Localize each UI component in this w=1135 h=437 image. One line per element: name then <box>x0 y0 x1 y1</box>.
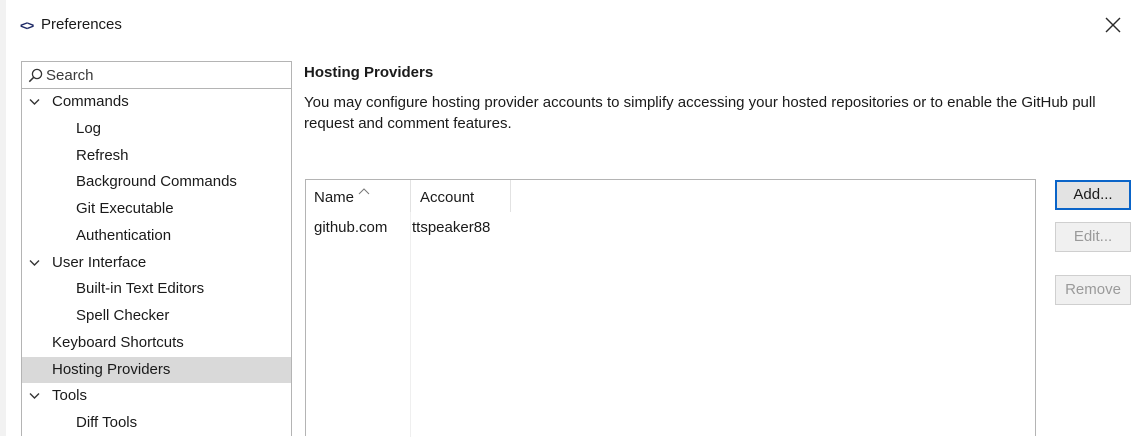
window-title: Preferences <box>41 16 122 33</box>
sidebar-item-label: Spell Checker <box>76 307 170 324</box>
sidebar-item-spell-checker[interactable]: Spell Checker <box>22 303 291 330</box>
sidebar-item-label: Authentication <box>76 226 172 244</box>
sidebar-item-label: User Interface <box>52 253 147 271</box>
table-cell-account[interactable]: ttspeaker88 <box>412 218 490 238</box>
sidebar-item-label: Background Commands <box>76 173 237 191</box>
sidebar-item-refresh[interactable]: Refresh <box>22 143 291 170</box>
sidebar-item-diff-tools[interactable]: Diff Tools <box>22 410 291 436</box>
sidebar-item-tools[interactable]: Tools <box>22 383 291 410</box>
chevron-down-icon[interactable] <box>29 98 40 106</box>
hosting-accounts-table[interactable]: Name Account github.com ttspeaker88 <box>305 179 1036 437</box>
sidebar-item-label: Log <box>76 119 102 137</box>
remove-account-button[interactable]: Remove <box>1055 275 1131 305</box>
preferences-navigation: Commands Log Refresh Background Commands Git… <box>21 61 292 436</box>
sidebar-item-label: Hosting Providers <box>52 360 171 378</box>
chevron-down-icon[interactable] <box>29 392 40 400</box>
sidebar-item-label: Git Executable <box>76 200 174 217</box>
page-title: Hosting Providers <box>304 64 434 81</box>
table-cell-name[interactable]: github.com <box>314 218 387 238</box>
sidebar-item-keyboard-shortcuts[interactable]: Keyboard Shortcuts <box>22 330 291 357</box>
sort-ascending-icon <box>358 188 370 195</box>
sidebar-item-label: Built-in Text Editors <box>76 280 205 298</box>
app-logo-icon: <> <box>20 18 34 33</box>
sidebar-item-label: Commands <box>52 93 129 110</box>
window-edge <box>0 0 6 436</box>
column-divider[interactable] <box>410 180 411 212</box>
chevron-down-icon[interactable] <box>29 259 40 267</box>
column-header-account[interactable]: Account <box>420 188 474 208</box>
sidebar-item-commands[interactable]: Commands <box>22 89 291 116</box>
sidebar-item-log[interactable]: Log <box>22 116 291 143</box>
close-icon <box>1105 17 1121 33</box>
sidebar-item-label: Diff Tools <box>76 414 138 431</box>
sidebar-item-user-interface[interactable]: User Interface <box>22 250 291 277</box>
search-icon <box>28 68 43 83</box>
sidebar-item-hosting-providers[interactable]: Hosting Providers <box>22 356 291 384</box>
column-header-name[interactable]: Name <box>314 188 370 208</box>
search-input[interactable] <box>46 64 286 86</box>
edit-account-button[interactable]: Edit... <box>1055 222 1131 252</box>
sidebar-item-background-commands[interactable]: Background Commands <box>22 169 291 196</box>
title-bar: <> Preferences <box>6 0 1135 52</box>
column-divider[interactable] <box>510 180 511 212</box>
sidebar-item-git-executable[interactable]: Git Executable <box>22 196 291 223</box>
close-button[interactable] <box>1101 13 1125 37</box>
sidebar-item-label: Refresh <box>76 146 129 164</box>
search-box <box>22 62 291 89</box>
sidebar-item-authentication[interactable]: Authentication <box>22 223 291 250</box>
sidebar-item-built-in-text-editors[interactable]: Built-in Text Editors <box>22 276 291 303</box>
sidebar-item-label: Keyboard Shortcuts <box>52 333 184 351</box>
sidebar-item-label: Tools <box>52 387 88 405</box>
column-separator <box>410 212 411 437</box>
page-description: You may configure hosting provider accou… <box>304 94 1096 132</box>
preferences-tree: Commands Log Refresh Background Commands Git… <box>22 89 291 436</box>
add-account-button[interactable]: Add... <box>1055 180 1131 210</box>
